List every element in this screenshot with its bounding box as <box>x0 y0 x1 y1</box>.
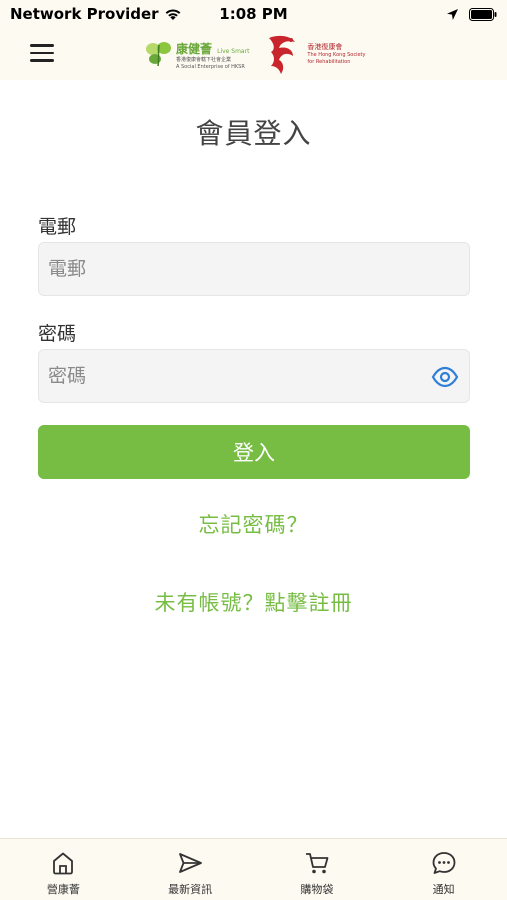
forgot-password-link[interactable]: 忘記密碼？ <box>0 509 507 539</box>
tab-notifications-label: 通知 <box>432 883 455 896</box>
email-input[interactable] <box>39 243 469 295</box>
wifi-icon <box>165 9 180 20</box>
status-right <box>446 7 497 21</box>
chat-icon <box>432 852 456 874</box>
register-link[interactable]: 未有帳號？點擊註冊 <box>0 587 507 617</box>
header-logos: 康健薈 Live Smart 香港復康會轄下社會企業 A Social Ente… <box>145 28 365 80</box>
location-arrow-icon <box>447 8 458 20</box>
hksr-name-zh: 香港復康會 <box>307 42 343 51</box>
livesmart-line2: A Social Enterprise of HKSR <box>176 63 245 70</box>
login-button[interactable]: 登入 <box>38 425 470 479</box>
tab-news-label: 最新資訊 <box>168 883 213 896</box>
tab-home[interactable]: 營康薈 <box>0 839 127 900</box>
email-field-wrapper <box>38 242 470 296</box>
hksr-name-en1: The Hong Kong Society <box>307 51 366 58</box>
phoenix-logo-icon <box>269 35 296 74</box>
status-bar: Network Provider 1:08 PM <box>0 0 507 28</box>
password-field-wrapper <box>38 349 470 403</box>
app-header: 康健薈 Live Smart 香港復康會轄下社會企業 A Social Ente… <box>0 28 507 80</box>
battery-icon <box>469 7 497 21</box>
tab-cart-label: 購物袋 <box>300 883 334 896</box>
tab-news[interactable]: 最新資訊 <box>127 839 254 900</box>
menu-icon-bar <box>30 59 54 62</box>
home-icon <box>53 852 74 875</box>
page-title: 會員登入 <box>195 117 312 150</box>
livesmart-logo: 康健薈 Live Smart 香港復康會轄下社會企業 A Social Ente… <box>145 38 249 71</box>
menu-icon <box>30 44 54 47</box>
tab-home-label: 營康薈 <box>46 883 80 896</box>
cart-icon <box>305 853 329 874</box>
hksr-name-en2: for Rehabilitation <box>307 58 351 65</box>
livesmart-brand: 康健薈 <box>176 41 213 56</box>
menu-icon-bar <box>30 51 54 55</box>
tab-cart[interactable]: 購物袋 <box>254 839 381 900</box>
carrier-name: Network Provider <box>10 5 159 23</box>
password-input[interactable] <box>39 350 469 402</box>
tab-notifications[interactable]: 通知 <box>380 839 507 900</box>
hksr-logo: 香港復康會 The Hong Kong Society for Rehabili… <box>261 32 365 76</box>
login-screen: Network Provider 1:08 PM 康健薈 Live Smart … <box>0 0 507 900</box>
hamburger-menu-button[interactable] <box>30 42 54 64</box>
password-label: 密碼 <box>38 323 77 345</box>
carrier: Network Provider <box>10 5 182 23</box>
email-label: 電郵 <box>38 216 77 238</box>
show-password-eye-icon[interactable] <box>431 363 459 391</box>
butterfly-logo-icon <box>146 42 171 67</box>
livesmart-brand-en: Live Smart <box>217 47 250 55</box>
send-icon <box>179 853 203 873</box>
bottom-tab-bar: 營康薈 最新資訊 購物袋 通知 <box>0 838 507 900</box>
livesmart-line1: 香港復康會轄下社會企業 <box>176 56 232 63</box>
